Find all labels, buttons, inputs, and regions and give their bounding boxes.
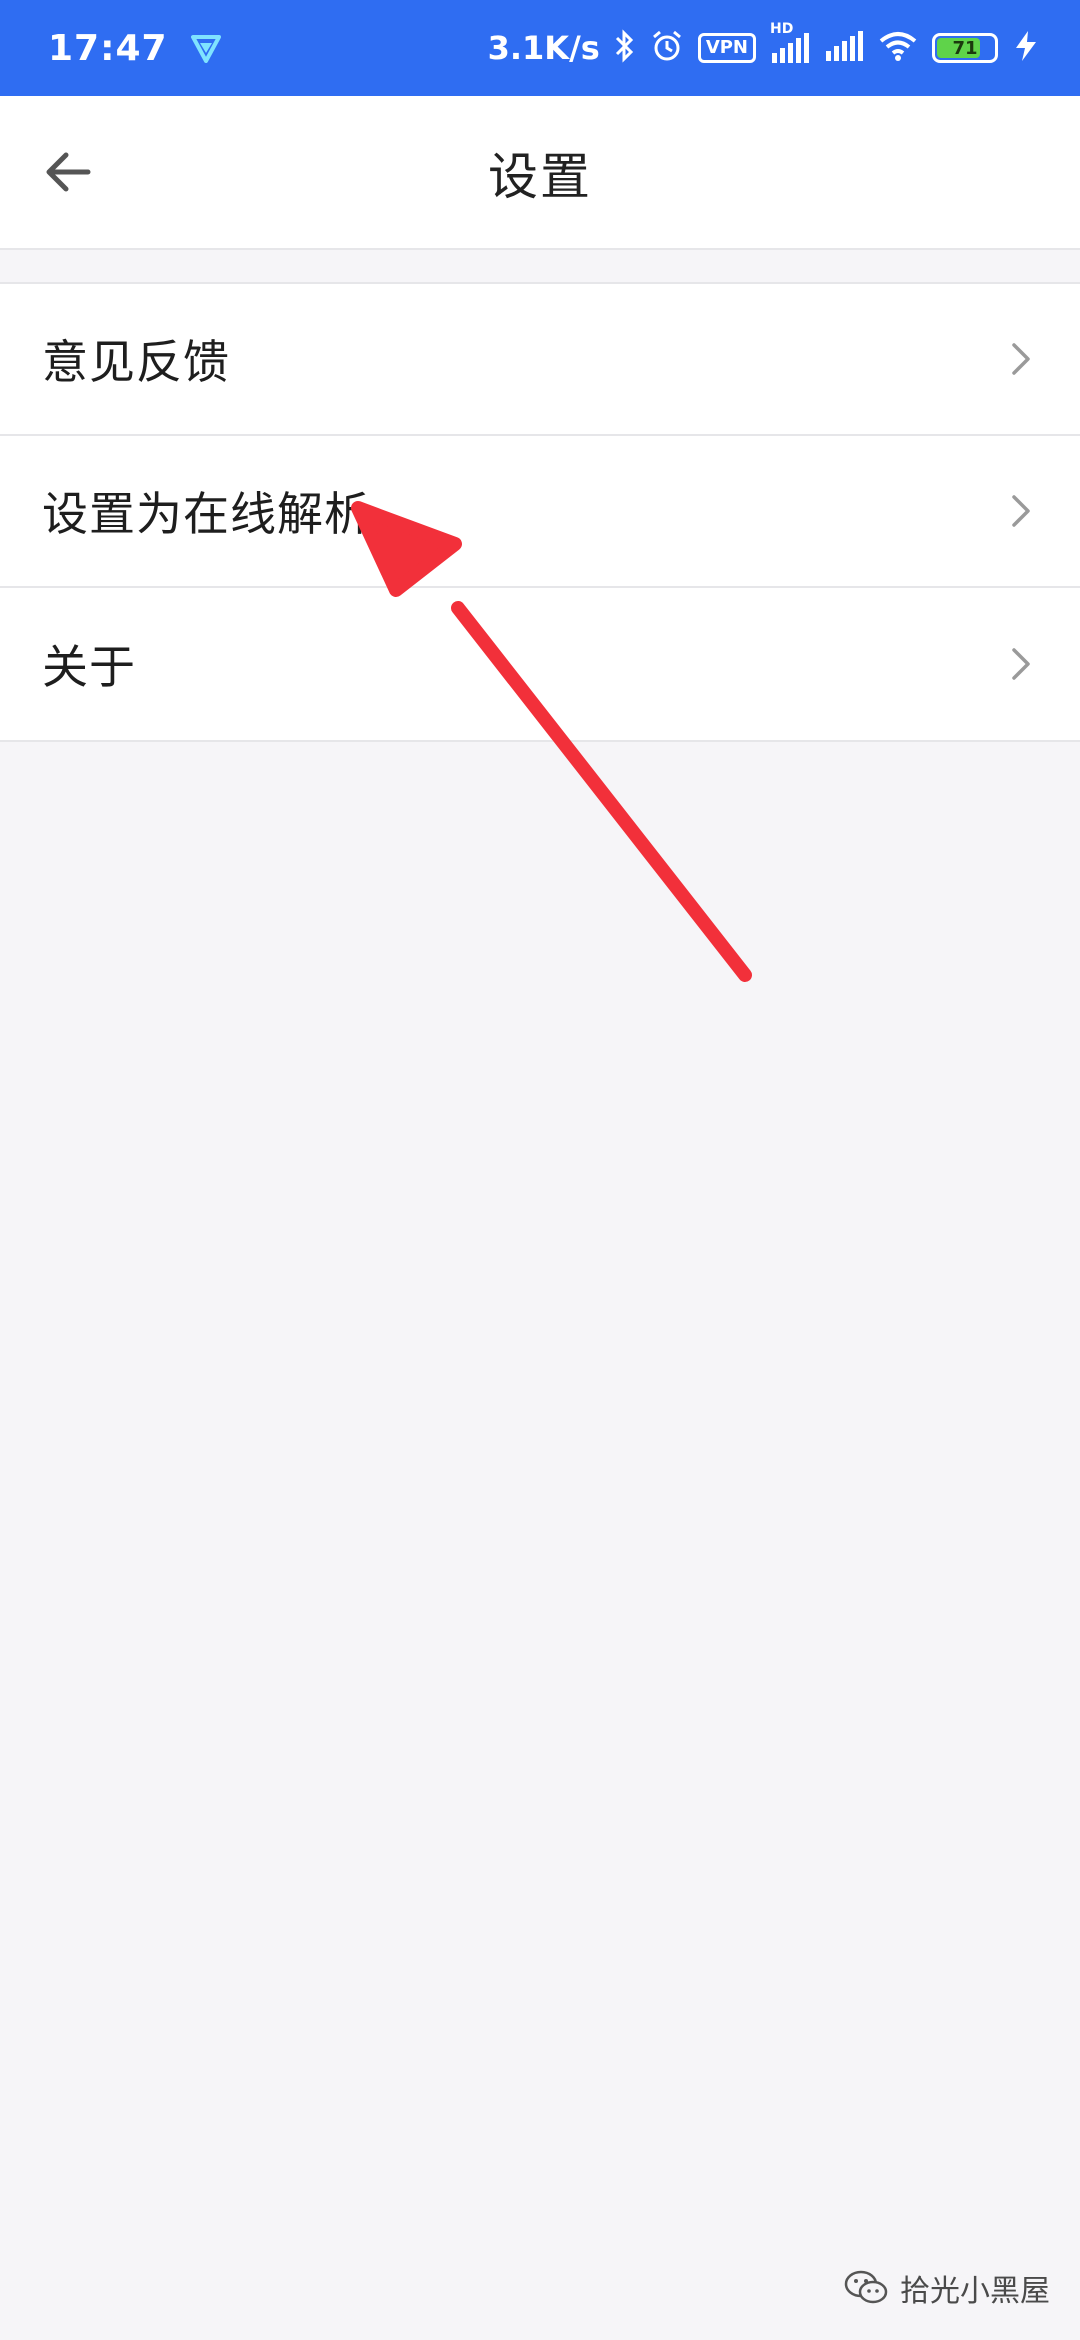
- wifi-icon: [878, 30, 918, 66]
- battery-icon: 71: [932, 33, 998, 63]
- status-time: 17:47: [48, 27, 168, 69]
- menu-item-feedback[interactable]: 意见反馈: [0, 284, 1080, 436]
- settings-screen: 17:47 3.1K/s VPN HD 71 设置 意见反馈 设置为在线解析 关…: [0, 0, 1080, 2340]
- alarm-icon: [650, 29, 684, 67]
- menu-item-label: 设置为在线解析: [42, 487, 371, 541]
- status-indicators: 3.1K/s VPN HD 71: [487, 21, 1040, 67]
- signal-icon: [824, 31, 864, 65]
- status-bar: 17:47 3.1K/s VPN HD 71: [0, 0, 1080, 96]
- chevron-right-icon: [1012, 495, 1030, 527]
- page-title: 设置: [488, 148, 592, 206]
- hd-label: HD: [770, 21, 794, 37]
- watermark: 拾光小黑屋: [844, 2266, 1050, 2310]
- chevron-right-icon: [1012, 648, 1030, 680]
- charging-icon: [1012, 29, 1040, 67]
- menu-item-online-parse[interactable]: 设置为在线解析: [0, 436, 1080, 588]
- network-speed: 3.1K/s: [487, 29, 600, 67]
- wechat-icon: [844, 2270, 888, 2304]
- menu-item-about[interactable]: 关于: [0, 588, 1080, 740]
- app-shield-icon: [188, 30, 224, 66]
- settings-menu: 意见反馈 设置为在线解析 关于: [0, 282, 1080, 742]
- battery-level: 71: [952, 37, 978, 59]
- app-bar: 设置: [0, 96, 1080, 250]
- signal-hd-icon: HD: [770, 21, 810, 63]
- menu-item-label: 意见反馈: [42, 335, 230, 389]
- bluetooth-icon: [614, 29, 636, 67]
- watermark-text: 拾光小黑屋: [900, 2274, 1050, 2309]
- vpn-badge: VPN: [697, 33, 756, 63]
- chevron-right-icon: [1012, 343, 1030, 375]
- menu-item-label: 关于: [42, 640, 136, 694]
